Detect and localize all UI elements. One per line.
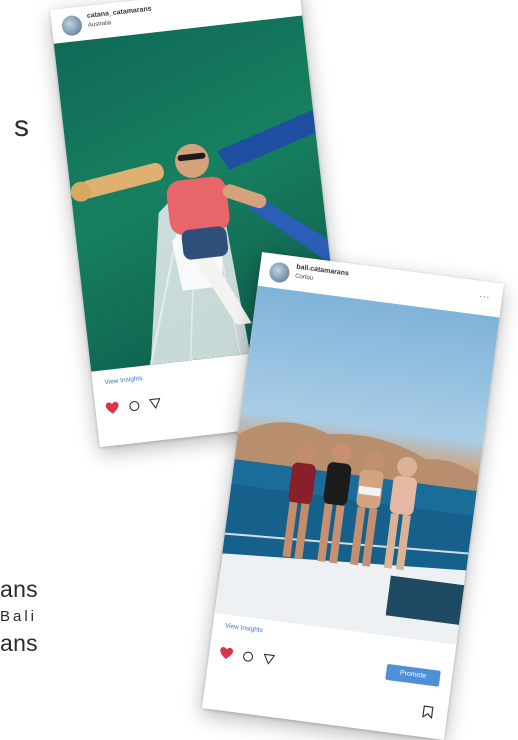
comment-icon[interactable] xyxy=(241,649,254,662)
avatar[interactable] xyxy=(268,261,291,284)
promote-button[interactable]: Promote xyxy=(385,663,441,687)
comment-icon[interactable] xyxy=(128,399,141,412)
background-text-line1: ans xyxy=(0,576,38,602)
view-insights-link[interactable]: View Insights xyxy=(224,622,263,634)
avatar[interactable] xyxy=(60,14,83,37)
background-text-line2: Bali xyxy=(0,608,38,625)
share-icon[interactable] xyxy=(149,396,162,409)
more-options-icon[interactable]: ... xyxy=(277,0,289,2)
username[interactable]: catana_catamarans xyxy=(87,6,152,20)
view-insights-link[interactable]: View Insights xyxy=(104,375,143,386)
catamaran-group-image xyxy=(214,422,479,645)
background-text-line3: ans xyxy=(0,630,38,656)
location[interactable]: Corfou xyxy=(295,274,314,282)
bookmark-icon[interactable] xyxy=(422,705,435,719)
share-icon[interactable] xyxy=(262,652,276,665)
heart-icon[interactable] xyxy=(105,401,120,416)
post-actions xyxy=(219,646,276,666)
more-options-icon[interactable]: ... xyxy=(479,289,491,300)
post-photo xyxy=(214,285,500,645)
background-text-s: s xyxy=(14,110,29,143)
heart-icon[interactable] xyxy=(219,646,235,661)
location[interactable]: Australia xyxy=(88,20,112,29)
post-actions xyxy=(105,396,162,415)
